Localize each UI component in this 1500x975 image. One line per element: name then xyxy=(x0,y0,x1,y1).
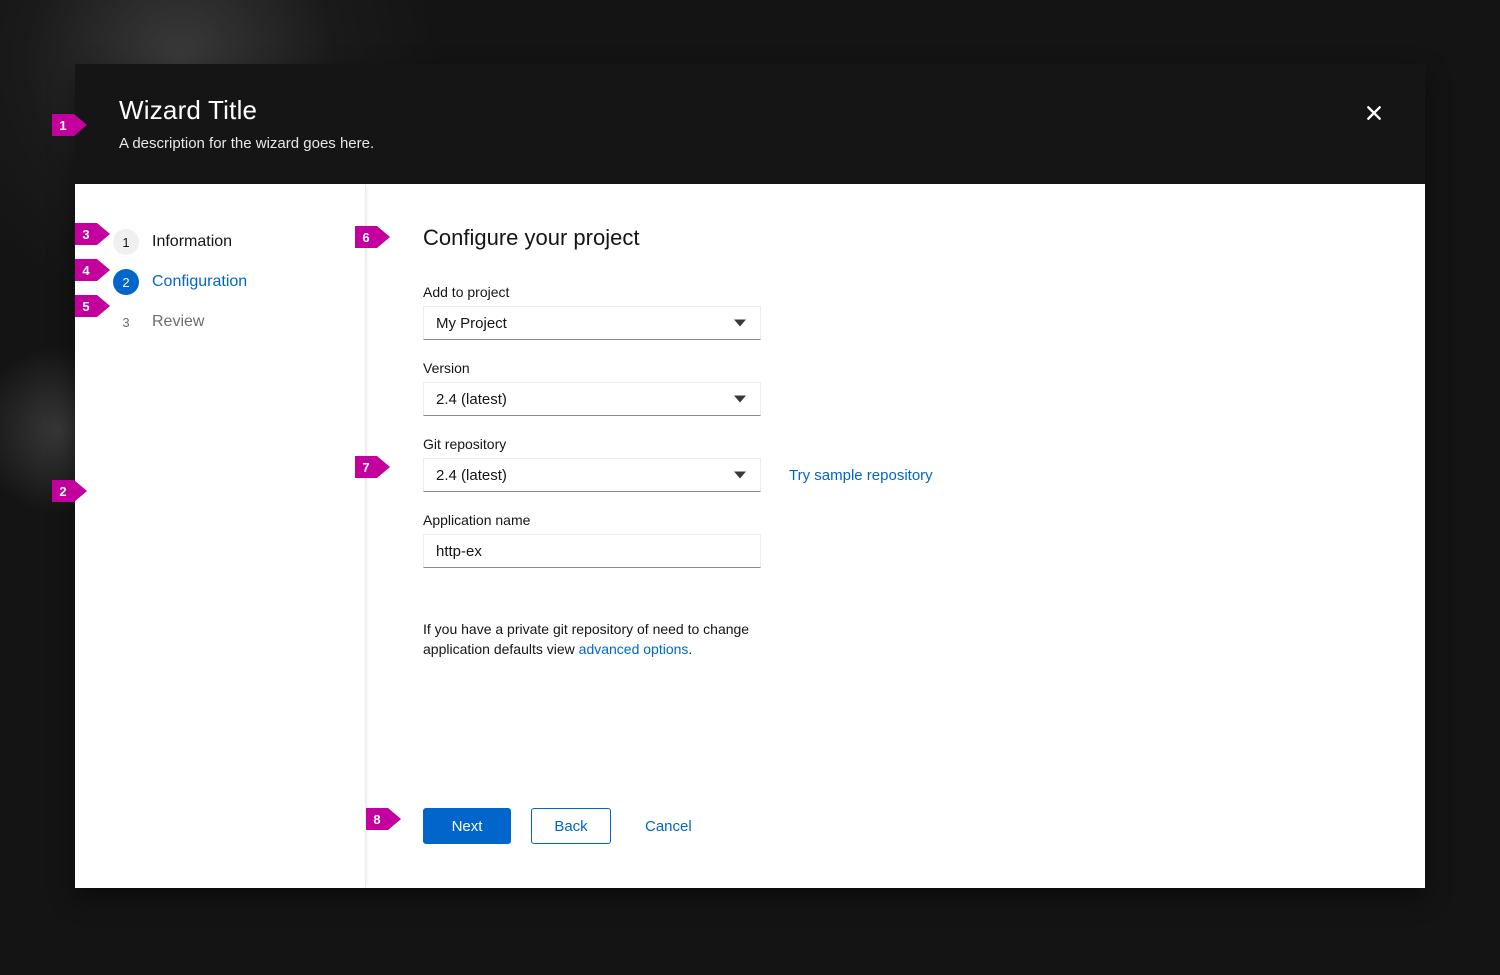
form-group-application-name: Application name http-ex xyxy=(423,512,1425,569)
step-label-review: Review xyxy=(152,313,205,330)
annotation-number: 8 xyxy=(366,808,388,830)
field-row-add-to-project: My Project xyxy=(423,306,1425,341)
sidebar-item-review[interactable]: 3 Review xyxy=(75,302,365,342)
annotation-number: 4 xyxy=(75,259,97,281)
annotation-pointer-icon xyxy=(74,480,87,502)
wizard-description: A description for the wizard goes here. xyxy=(119,134,375,152)
back-button[interactable]: Back xyxy=(531,808,611,844)
annotation-number: 3 xyxy=(75,223,97,245)
wizard-footer: Next Back Cancel xyxy=(423,808,1425,888)
wizard-header: Wizard Title A description for the wizar… xyxy=(75,64,1425,184)
label-add-to-project: Add to project xyxy=(423,284,510,301)
annotation-marker-7: 7 xyxy=(355,456,390,478)
annotation-number: 7 xyxy=(355,456,377,478)
annotation-pointer-icon xyxy=(377,456,390,478)
step-number-2: 2 xyxy=(113,269,139,295)
wizard-title: Wizard Title xyxy=(119,95,258,125)
application-name-input[interactable]: http-ex xyxy=(423,534,761,569)
annotation-marker-4: 4 xyxy=(75,259,110,281)
version-value: 2.4 (latest) xyxy=(436,390,507,408)
try-sample-repository-link[interactable]: Try sample repository xyxy=(789,467,933,484)
add-to-project-select[interactable]: My Project xyxy=(423,306,761,341)
sidebar-item-configuration[interactable]: 2 Configuration xyxy=(75,262,365,302)
form-group-git-repository: Git repository 2.4 (latest) Try sample r… xyxy=(423,436,1425,493)
step-number-3: 3 xyxy=(122,314,130,330)
chevron-down-icon xyxy=(734,395,746,403)
step-label-information: Information xyxy=(152,233,233,250)
label-git-repository: Git repository xyxy=(423,436,507,453)
close-icon xyxy=(1364,103,1384,123)
annotation-marker-5: 5 xyxy=(75,295,110,317)
annotation-pointer-icon xyxy=(74,114,87,136)
wizard-main-pane: Configure your project Add to project My… xyxy=(366,184,1425,888)
annotation-marker-8: 8 xyxy=(366,808,401,830)
wizard-body: 1 Information 2 Configuration 3 Review C… xyxy=(75,184,1425,888)
annotation-pointer-icon xyxy=(97,259,110,281)
annotation-number: 1 xyxy=(52,114,74,136)
annotation-pointer-icon xyxy=(377,226,390,248)
step-label-configuration: Configuration xyxy=(152,273,248,290)
page-title: Configure your project xyxy=(423,225,640,250)
version-select[interactable]: 2.4 (latest) xyxy=(423,382,761,417)
annotation-number: 6 xyxy=(355,226,377,248)
annotation-marker-1: 1 xyxy=(52,114,87,136)
annotation-number: 5 xyxy=(75,295,97,317)
advanced-options-link[interactable]: advanced options xyxy=(579,641,689,657)
helper-text: If you have a private git repository of … xyxy=(423,620,763,659)
chevron-down-icon xyxy=(734,319,746,327)
annotation-marker-6: 6 xyxy=(355,226,390,248)
application-name-value: http-ex xyxy=(436,542,482,560)
field-row-application-name: http-ex xyxy=(423,534,1425,569)
close-button[interactable] xyxy=(1355,94,1393,132)
cancel-button[interactable]: Cancel xyxy=(627,808,710,844)
step-number-1: 1 xyxy=(113,229,139,255)
sidebar-item-information[interactable]: 1 Information xyxy=(75,222,365,262)
annotation-marker-3: 3 xyxy=(75,223,110,245)
form-group-add-to-project: Add to project My Project xyxy=(423,284,1425,341)
next-button[interactable]: Next xyxy=(423,808,511,844)
annotation-pointer-icon xyxy=(97,223,110,245)
form-group-version: Version 2.4 (latest) xyxy=(423,360,1425,417)
chevron-down-icon xyxy=(734,471,746,479)
add-to-project-value: My Project xyxy=(436,314,507,332)
wizard-step-nav: 1 Information 2 Configuration 3 Review xyxy=(75,184,366,888)
field-row-version: 2.4 (latest) xyxy=(423,382,1425,417)
field-row-git-repository: 2.4 (latest) Try sample repository xyxy=(423,458,1425,493)
annotation-marker-2: 2 xyxy=(52,480,87,502)
wizard-modal: Wizard Title A description for the wizar… xyxy=(75,64,1425,888)
annotation-pointer-icon xyxy=(97,295,110,317)
git-repository-value: 2.4 (latest) xyxy=(436,466,507,484)
git-repository-select[interactable]: 2.4 (latest) xyxy=(423,458,761,493)
annotation-pointer-icon xyxy=(388,808,401,830)
label-version: Version xyxy=(423,360,470,377)
annotation-number: 2 xyxy=(52,480,74,502)
helper-text-after: . xyxy=(688,640,693,657)
label-application-name: Application name xyxy=(423,512,531,529)
